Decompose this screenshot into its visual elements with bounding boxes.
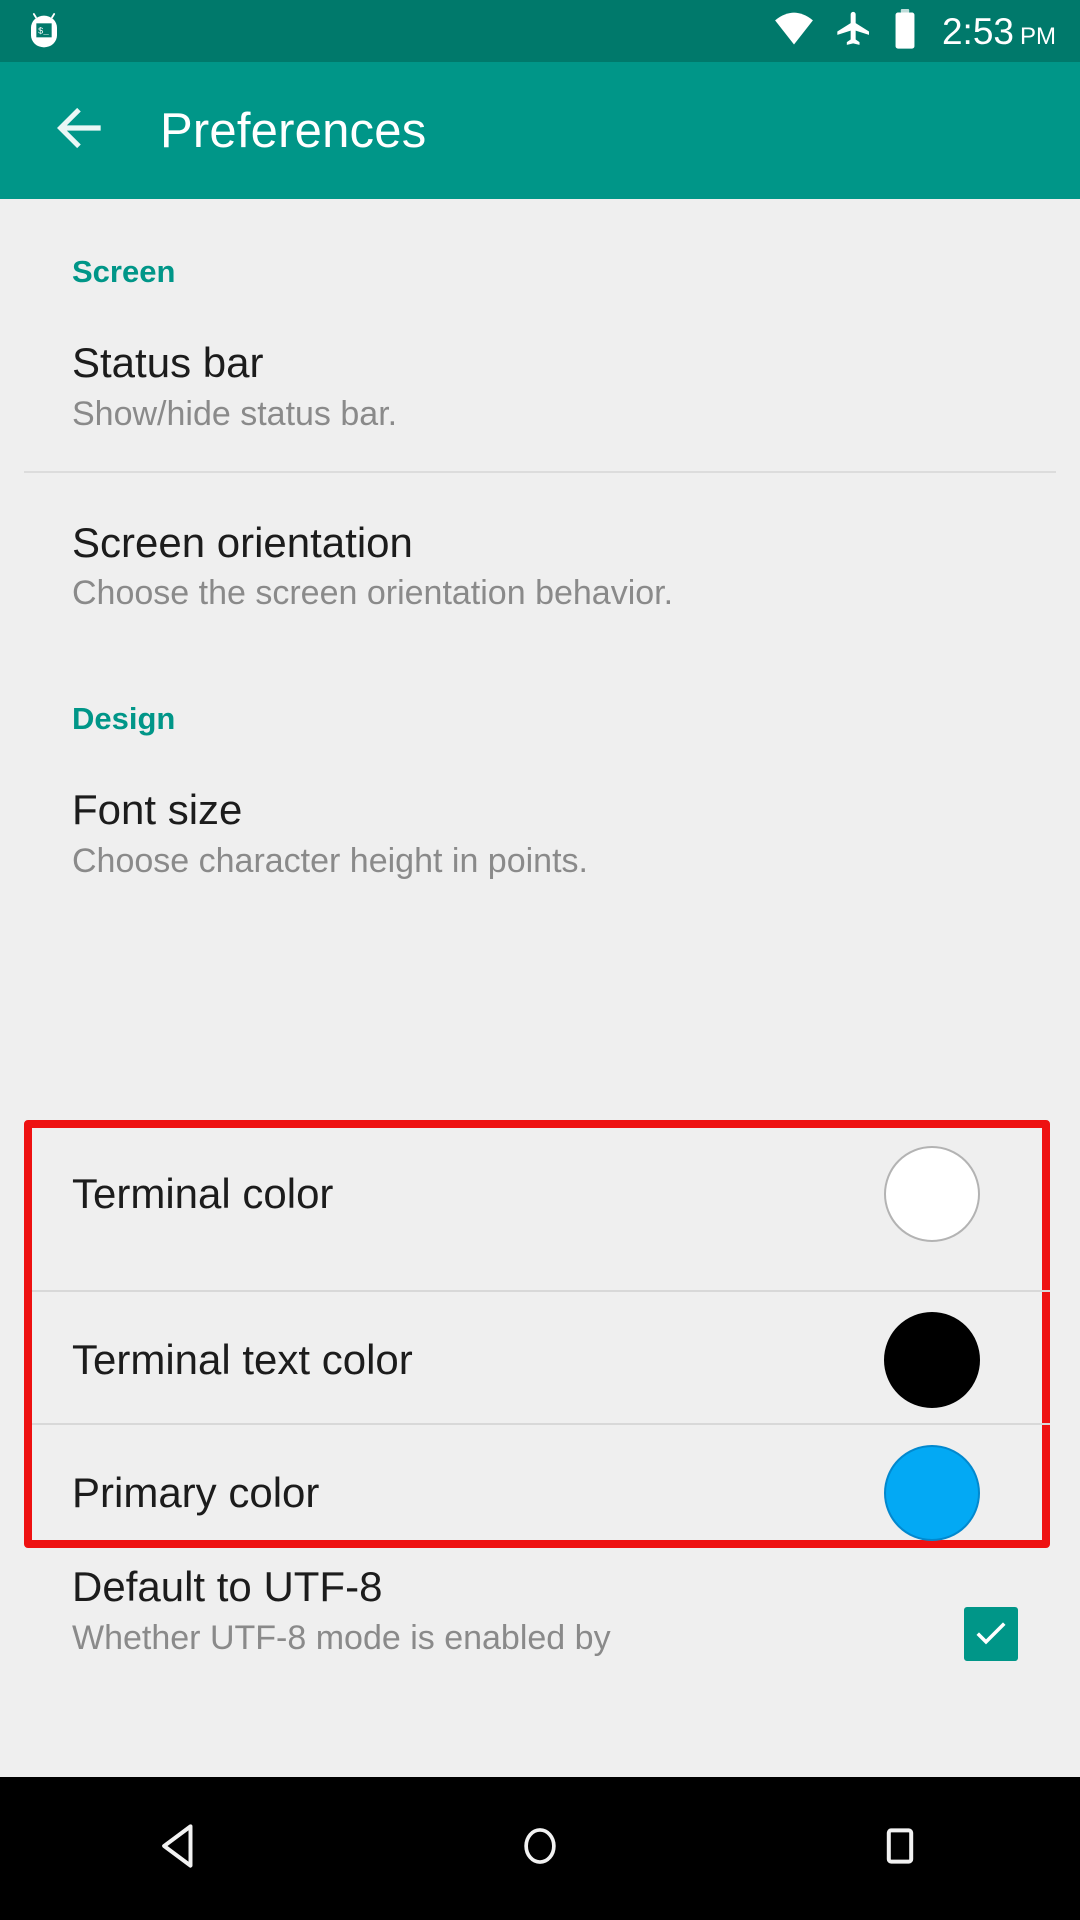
android-terminal-icon: $_ [24, 9, 64, 54]
preference-summary: Whether UTF-8 mode is enabled by [72, 1619, 611, 1657]
color-swatch-terminal-text-color[interactable] [884, 1311, 980, 1408]
preference-primary-color[interactable]: Primary color [32, 1426, 1050, 1559]
color-swatch-primary-color[interactable] [884, 1444, 980, 1541]
nav-back-button[interactable] [90, 1777, 270, 1920]
utf8-checkbox[interactable] [964, 1607, 1018, 1661]
status-bar-clock: 2:53 PM [942, 13, 1056, 50]
preference-summary: Choose the screen orientation behavior. [72, 574, 674, 612]
clock-time: 2:53 [941, 10, 1014, 52]
preference-terminal-text-color[interactable]: Terminal text color [32, 1293, 1050, 1426]
battery-full-icon [892, 8, 918, 55]
list-divider [32, 1423, 1050, 1425]
page-title: Preferences [160, 103, 427, 158]
navigation-bar [0, 1777, 1080, 1920]
preference-title: Font size [72, 786, 243, 833]
back-arrow-icon [49, 97, 111, 164]
preference-title: Status bar [72, 339, 264, 386]
status-bar-system-icons: 2:53 PM [772, 8, 1056, 55]
nav-back-icon [152, 1818, 208, 1879]
nav-home-button[interactable] [450, 1777, 630, 1920]
section-header-design: Design [72, 701, 176, 736]
wifi-icon [772, 11, 816, 52]
app-bar: Preferences [0, 62, 1080, 199]
color-swatch-terminal-color[interactable] [884, 1145, 980, 1242]
preference-title: Terminal color [72, 1169, 334, 1217]
preference-title: Primary color [72, 1468, 320, 1516]
preference-terminal-color[interactable]: Terminal color [32, 1127, 1050, 1260]
preference-title: Terminal text color [72, 1335, 413, 1383]
clock-ampm: PM [1020, 22, 1056, 50]
android-screen: $_ 2:53 PM Preferences Screen Status bar… [0, 0, 1080, 1920]
status-bar-notifications: $_ [24, 9, 64, 54]
section-header-screen: Screen [72, 254, 176, 289]
preference-summary: Choose character height in points. [72, 842, 588, 880]
nav-recents-icon [876, 1822, 924, 1875]
preference-summary: Show/hide status bar. [72, 395, 398, 433]
nav-recents-button[interactable] [810, 1777, 990, 1920]
preference-title: Screen orientation [72, 519, 413, 566]
preference-title: Default to UTF-8 [72, 1563, 383, 1610]
status-bar: $_ 2:53 PM [0, 0, 1080, 62]
list-divider [24, 471, 1056, 473]
airplane-mode-icon [834, 9, 874, 54]
back-button[interactable] [44, 95, 116, 167]
nav-home-icon [514, 1820, 566, 1877]
preferences-list[interactable]: Screen Status bar Show/hide status bar. … [0, 199, 1080, 1777]
list-divider [32, 1290, 1050, 1292]
check-icon [971, 1612, 1011, 1657]
svg-text:$_: $_ [38, 26, 49, 36]
